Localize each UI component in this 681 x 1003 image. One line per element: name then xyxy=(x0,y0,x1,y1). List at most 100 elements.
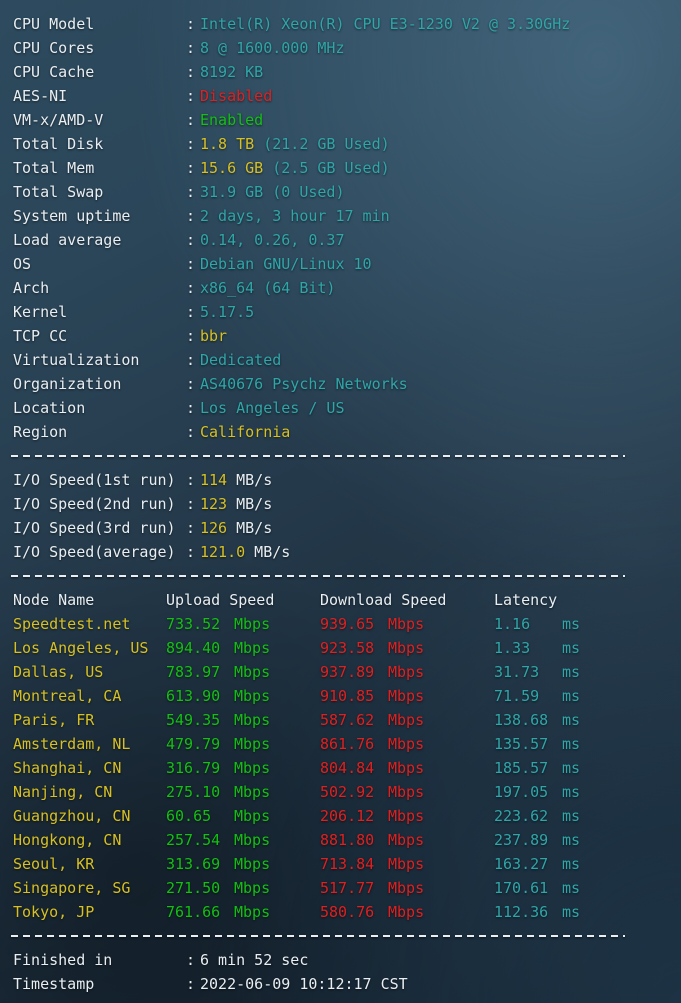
download-speed-unit: Mbps xyxy=(388,615,425,633)
info-value: 0.14, 0.26, 0.37 xyxy=(200,231,345,249)
upload-speed-cell: 761.66 Mbps xyxy=(166,900,320,924)
upload-speed-value: 316.79 xyxy=(166,759,230,777)
latency-value: 138.68 xyxy=(494,711,558,729)
info-row: Total Mem:15.6 GB (2.5 GB Used) xyxy=(0,156,681,180)
download-speed-cell: 804.84 Mbps xyxy=(320,756,494,780)
download-speed-unit: Mbps xyxy=(388,807,425,825)
io-speed-row: I/O Speed(3rd run):126 MB/s xyxy=(0,516,681,540)
info-key: Organization xyxy=(13,375,122,393)
latency-cell: 112.36 ms xyxy=(494,900,580,924)
upload-speed-unit: Mbps xyxy=(234,855,271,873)
latency-cell: 170.61 ms xyxy=(494,876,580,900)
node-name-cell: Paris, FR xyxy=(13,711,95,729)
table-row: Hongkong, CN 257.54 Mbps 881.80 Mbps 237.89… xyxy=(0,828,681,852)
info-value: x86_64 (64 Bit) xyxy=(200,279,336,297)
table-row: Nanjing, CN 275.10 Mbps 502.92 Mbps 197.05 … xyxy=(0,780,681,804)
info-row: Total Disk:1.8 TB (21.2 GB Used) xyxy=(0,132,681,156)
latency-value: 135.57 xyxy=(494,735,558,753)
table-row: Guangzhou, CN 60.65 Mbps 206.12 Mbps 223.62… xyxy=(0,804,681,828)
info-key: TCP CC xyxy=(13,327,68,345)
latency-cell: 71.59 ms xyxy=(494,684,580,708)
upload-speed-cell: 271.50 Mbps xyxy=(166,876,320,900)
info-row: CPU Cores:8 @ 1600.000 MHz xyxy=(0,36,681,60)
node-name-cell: Speedtest.net xyxy=(13,615,131,633)
info-row: Region: California xyxy=(0,420,681,444)
table-row: Singapore, SG 271.50 Mbps 517.77 Mbps 170.6… xyxy=(0,876,681,900)
info-row: VM-x/AMD-V: Enabled xyxy=(0,108,681,132)
info-colon: : xyxy=(186,183,196,201)
download-speed-value: 587.62 xyxy=(320,711,384,729)
download-speed-cell: 206.12 Mbps xyxy=(320,804,494,828)
io-speed-value: 121.0 xyxy=(200,543,246,561)
info-colon: : xyxy=(186,159,196,177)
download-speed-unit: Mbps xyxy=(388,735,425,753)
download-speed-value: 804.84 xyxy=(320,759,384,777)
node-name-cell: Amsterdam, NL xyxy=(13,735,131,753)
info-colon: : xyxy=(186,87,196,105)
node-name-cell: Hongkong, CN xyxy=(13,831,122,849)
footer-label: Timestamp xyxy=(13,975,95,993)
upload-speed-value: 761.66 xyxy=(166,903,230,921)
download-speed-cell: 580.76 Mbps xyxy=(320,900,494,924)
download-speed-cell: 502.92 Mbps xyxy=(320,780,494,804)
info-key: Virtualization xyxy=(13,351,140,369)
info-colon: : xyxy=(186,135,196,153)
io-speed-unit: MB/s xyxy=(245,543,291,561)
io-speed-unit: MB/s xyxy=(227,471,273,489)
latency-value: 1.33 xyxy=(494,639,540,657)
download-speed-cell: 517.77 Mbps xyxy=(320,876,494,900)
upload-speed-unit: Mbps xyxy=(234,879,271,897)
info-key: OS xyxy=(13,255,32,273)
download-speed-cell: 861.76 Mbps xyxy=(320,732,494,756)
info-value: Los Angeles / US xyxy=(200,399,345,417)
upload-speed-cell: 783.97 Mbps xyxy=(166,660,320,684)
io-speed-value: 114 xyxy=(200,471,228,489)
latency-value: 237.89 xyxy=(494,831,558,849)
node-name-cell: Los Angeles, US xyxy=(13,639,149,657)
info-value: 2 days, 3 hour 17 min xyxy=(200,207,390,225)
latency-unit: ms xyxy=(562,879,581,897)
info-key: Region xyxy=(13,423,68,441)
info-row: Virtualization: Dedicated xyxy=(0,348,681,372)
info-colon: : xyxy=(186,399,196,417)
upload-speed-unit: Mbps xyxy=(234,615,271,633)
latency-unit: ms xyxy=(562,783,581,801)
info-key: Load average xyxy=(13,231,122,249)
terminal-output: CPU Model: Intel(R) Xeon(R) CPU E3-1230 V… xyxy=(0,0,681,1003)
info-colon: : xyxy=(186,975,196,993)
upload-speed-cell: 733.52 Mbps xyxy=(166,612,320,636)
info-key: Total Mem xyxy=(13,159,95,177)
download-speed-value: 580.76 xyxy=(320,903,384,921)
separator-line xyxy=(0,996,681,1003)
upload-speed-cell: 894.40 Mbps xyxy=(166,636,320,660)
download-speed-value: 923.58 xyxy=(320,639,384,657)
info-value: Enabled xyxy=(200,111,264,129)
dashed-rule xyxy=(11,935,625,937)
info-value: Disabled xyxy=(200,87,273,105)
info-value: 1.8 TB xyxy=(200,135,255,153)
footer-row: Timestamp:2022-06-09 10:12:17 CST xyxy=(0,972,681,996)
latency-unit: ms xyxy=(562,711,581,729)
table-row: Amsterdam, NL 479.79 Mbps 861.76 Mbps 135.5… xyxy=(0,732,681,756)
table-row: Los Angeles, US 894.40 Mbps 923.58 Mbps 1.3… xyxy=(0,636,681,660)
download-speed-unit: Mbps xyxy=(388,639,425,657)
latency-value: 185.57 xyxy=(494,759,558,777)
info-colon: : xyxy=(186,15,196,33)
table-row: Tokyo, JP 761.66 Mbps 580.76 Mbps 112.36 ms xyxy=(0,900,681,924)
upload-speed-unit: Mbps xyxy=(234,711,271,729)
info-key: Arch xyxy=(13,279,50,297)
info-colon: : xyxy=(186,423,196,441)
upload-speed-cell: 60.65 Mbps xyxy=(166,804,320,828)
latency-value: 170.61 xyxy=(494,879,558,897)
node-name-cell: Dallas, US xyxy=(13,663,104,681)
upload-speed-unit: Mbps xyxy=(234,735,271,753)
latency-value: 31.73 xyxy=(494,663,549,681)
io-speed-label: I/O Speed(1st run) xyxy=(13,471,176,489)
system-info-block: CPU Model: Intel(R) Xeon(R) CPU E3-1230 V… xyxy=(0,12,681,444)
node-name-cell: Shanghai, CN xyxy=(13,759,122,777)
latency-cell: 197.05 ms xyxy=(494,780,580,804)
latency-cell: 1.33 ms xyxy=(494,636,580,660)
download-speed-unit: Mbps xyxy=(388,783,425,801)
info-value: California xyxy=(200,423,291,441)
table-header-row: Node Name Upload Speed Download Speed Laten… xyxy=(0,588,681,612)
